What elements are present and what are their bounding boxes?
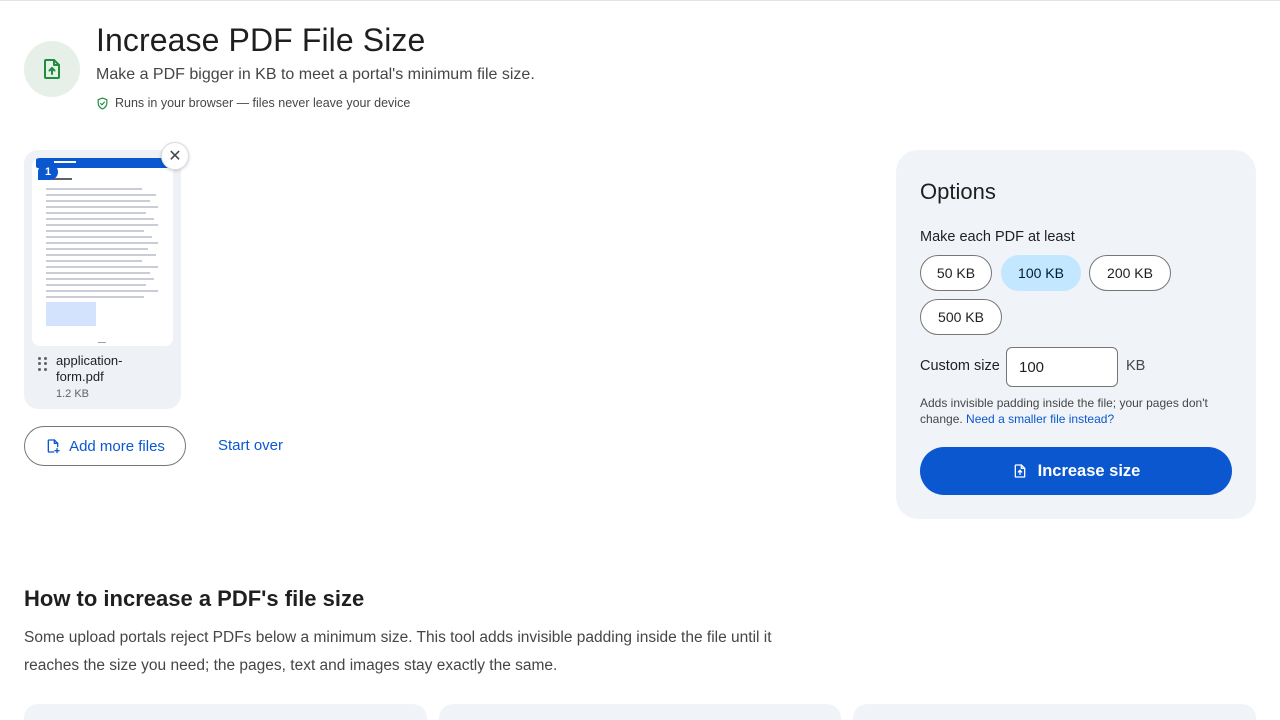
preset-50kb-chip[interactable]: 50 KB <box>920 255 992 291</box>
pdf-page-thumbnail <box>32 158 173 346</box>
file-plus-icon <box>47 439 60 454</box>
custom-size-input[interactable] <box>1006 347 1118 387</box>
start-over-link[interactable]: Start over <box>218 437 283 454</box>
shield-check-icon <box>97 96 108 110</box>
add-more-files-button[interactable]: Add more files <box>24 426 186 466</box>
feature-card <box>853 704 1256 720</box>
howto-body: Some upload portals reject PDFs below a … <box>24 629 772 674</box>
options-panel: Options Make each PDF at least 50 KB 100… <box>896 150 1256 519</box>
top-divider <box>0 0 1280 1</box>
min-size-label: Make each PDF at least <box>920 229 1075 245</box>
howto-title: How to increase a PDF's file size <box>24 586 365 611</box>
file-upload-icon <box>24 41 80 97</box>
page-title: Increase PDF File Size <box>96 22 426 58</box>
preset-100kb-chip[interactable]: 100 KB <box>1001 255 1081 291</box>
preset-500kb-chip[interactable]: 500 KB <box>920 299 1002 335</box>
add-more-files-label: Add more files <box>69 437 165 455</box>
increase-size-button[interactable]: Increase size <box>920 447 1232 495</box>
file-upload-icon <box>1014 464 1025 478</box>
privacy-note: Runs in your browser — files never leave… <box>96 96 410 110</box>
preset-200kb-chip[interactable]: 200 KB <box>1089 255 1171 291</box>
file-card[interactable]: 1 application-form.pdf 1.2 KB <box>24 150 181 409</box>
padding-hint: Adds invisible padding inside the file; … <box>920 395 1240 427</box>
options-title: Options <box>920 179 996 204</box>
feature-card <box>439 704 841 720</box>
file-name: application-form.pdf <box>56 353 123 384</box>
custom-size-unit: KB <box>1126 358 1146 374</box>
drag-handle-icon[interactable] <box>38 357 48 371</box>
feature-card <box>24 704 427 720</box>
custom-size-label: Custom size <box>920 358 1000 374</box>
page-number-badge: 1 <box>38 164 58 180</box>
increase-size-label: Increase size <box>1037 461 1141 480</box>
page-subtitle: Make a PDF bigger in KB to meet a portal… <box>96 66 535 83</box>
file-size: 1.2 KB <box>56 388 90 400</box>
privacy-note-text: Runs in your browser — files never leave… <box>115 96 411 110</box>
smaller-file-link[interactable]: Need a smaller file instead? <box>966 412 1114 426</box>
remove-file-button[interactable]: ✕ <box>161 142 189 170</box>
